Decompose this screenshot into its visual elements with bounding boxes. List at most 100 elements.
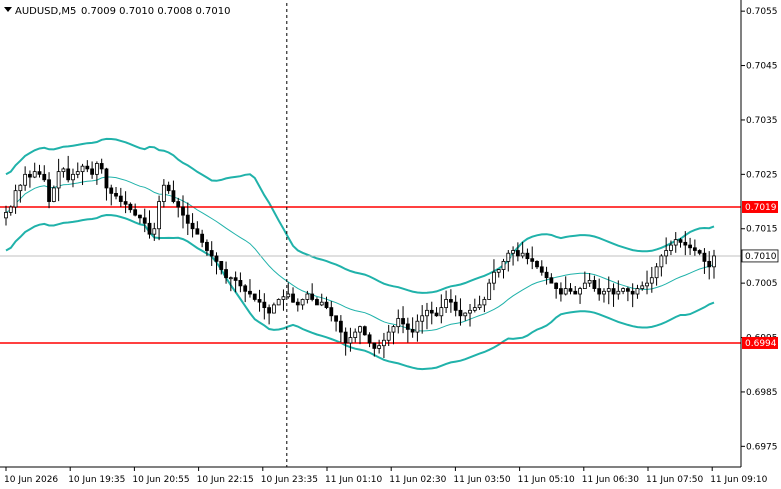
y-tick-label: 0.7055: [746, 7, 778, 17]
candle-body: [664, 250, 669, 257]
candle-body: [559, 288, 563, 295]
chart-canvas: 0.7055 0.7045 0.7035 0.7025 0.7015 0.7005 0.69…: [0, 0, 781, 489]
candle-body: [329, 307, 334, 317]
candle-body: [104, 168, 109, 189]
candle-body: [209, 250, 214, 257]
candle-body: [324, 301, 329, 309]
candle-body: [492, 271, 496, 284]
candle-body: [382, 339, 386, 347]
candle-body: [482, 299, 487, 306]
candle-body: [114, 192, 118, 197]
candle-body: [669, 244, 673, 251]
x-tick-label: 11 Jun 03:50: [453, 475, 510, 485]
candle-body: [228, 277, 233, 280]
candle-body: [549, 277, 554, 284]
candle-body: [468, 309, 472, 314]
candle-body: [300, 299, 305, 306]
candle-body: [702, 252, 707, 262]
candle-body: [85, 165, 90, 170]
candle-body: [185, 214, 190, 224]
candle-body: [530, 258, 535, 262]
candle-body: [458, 309, 463, 317]
candle-body: [13, 190, 18, 208]
candle-body: [42, 173, 47, 181]
candle-body: [420, 315, 425, 322]
candle-body: [683, 241, 688, 246]
candle-body: [276, 299, 281, 306]
candle-body: [128, 203, 133, 211]
candle-body: [310, 293, 315, 300]
candle-body: [439, 307, 444, 317]
candle-body: [578, 288, 582, 295]
candle-body: [372, 342, 377, 349]
current-price-tag-text: 0.7010: [745, 252, 777, 262]
candle-body: [32, 171, 37, 178]
candle-body: [362, 326, 367, 336]
candle-body: [611, 288, 616, 295]
candle-body: [477, 304, 482, 309]
candle-body: [616, 290, 621, 295]
candle-body: [37, 171, 42, 175]
candle-body: [291, 293, 295, 303]
candle-body: [190, 222, 195, 230]
symbol-label: AUDUSD,M5: [15, 6, 76, 17]
x-tick-label: 10 Jun 22:15: [197, 475, 254, 485]
candle-body: [152, 228, 157, 235]
candle-body: [649, 277, 654, 284]
candle-body: [118, 195, 123, 202]
candle-body: [334, 315, 338, 322]
candle-body: [4, 212, 8, 219]
candle-body: [429, 309, 434, 314]
candle-body: [305, 293, 310, 300]
candle-body: [252, 293, 257, 300]
candle-body: [544, 271, 549, 279]
candle-body: [176, 201, 181, 208]
candle-body: [219, 260, 224, 270]
candle-body: [195, 228, 200, 235]
candle-body: [248, 290, 252, 295]
candle-body: [592, 280, 597, 289]
x-tick-label: 11 Jun 09:10: [710, 475, 767, 485]
candle-body: [487, 282, 492, 300]
candle-body: [501, 260, 506, 270]
candle-body: [673, 239, 678, 246]
candle-body: [147, 222, 152, 235]
level-price-tag-1-text: 0.6994: [745, 339, 777, 349]
candle-body: [630, 290, 635, 295]
candle-body: [243, 285, 248, 292]
candle-body: [539, 266, 544, 273]
candle-body: [319, 301, 324, 306]
candle-body: [410, 328, 415, 333]
candle-body: [444, 299, 449, 309]
candle-body: [8, 206, 13, 213]
candle-body: [343, 331, 348, 344]
y-tick-label: 0.6985: [746, 388, 778, 398]
candle-body: [640, 285, 645, 289]
candle-body: [286, 293, 291, 298]
candle-body: [267, 307, 272, 314]
candle-body: [238, 280, 243, 287]
candle-body: [51, 187, 56, 202]
candle-body: [573, 290, 578, 295]
x-tick-label: 11 Jun 02:30: [389, 475, 446, 485]
x-tick-label: 11 Jun 07:50: [646, 475, 703, 485]
candle-body: [233, 277, 238, 281]
candle-body: [386, 331, 391, 341]
candle-body: [358, 326, 362, 333]
x-tick-label: 11 Jun 05:10: [518, 475, 575, 485]
candle-body: [262, 301, 267, 309]
candle-body: [496, 269, 501, 273]
candle-body: [281, 296, 286, 300]
candle-body: [133, 209, 138, 216]
candle-body: [200, 233, 205, 243]
candle-body: [405, 323, 410, 330]
candle-body: [587, 280, 592, 284]
candle-body: [66, 168, 71, 181]
candle-body: [554, 282, 559, 289]
candle-body: [525, 252, 530, 260]
y-tick-label: 0.7045: [746, 62, 778, 72]
candle-body: [535, 260, 539, 268]
y-tick-label: 0.7035: [746, 116, 778, 126]
candle-body: [453, 301, 458, 311]
x-tick-label: 11 Jun 01:10: [325, 475, 382, 485]
